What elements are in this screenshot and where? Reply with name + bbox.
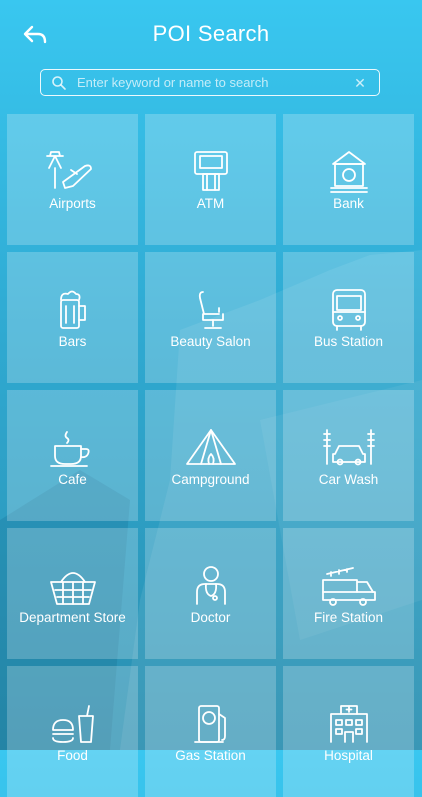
header: POI Search [0,0,422,68]
fire-truck-icon [283,562,414,610]
category-label: Gas Station [175,748,246,763]
category-label: Bank [333,196,364,211]
beer-icon [7,286,138,334]
category-tile-gas-station[interactable]: Gas Station [145,666,276,797]
doctor-icon [145,562,276,610]
category-grid: Airports ATM Bank Bars Beauty Salon Bus Stati… [7,114,415,797]
gas-pump-icon [145,700,276,748]
category-tile-doctor[interactable]: Doctor [145,528,276,659]
category-label: Airports [49,196,96,211]
category-tile-bus-station[interactable]: Bus Station [283,252,414,383]
category-label: Bars [58,334,87,349]
category-label: Doctor [190,610,231,625]
category-label: ATM [196,196,225,211]
category-label: Food [57,748,88,763]
page-title: POI Search [152,21,270,46]
basket-icon [7,562,138,610]
category-tile-hospital[interactable]: Hospital [283,666,414,797]
category-tile-beauty-salon[interactable]: Beauty Salon [145,252,276,383]
category-label: Campground [171,472,250,487]
coffee-cup-icon [7,424,138,472]
clear-icon[interactable]: ✕ [353,76,367,90]
category-tile-car-wash[interactable]: Car Wash [283,390,414,521]
category-label: Beauty Salon [170,334,251,349]
search-input[interactable] [75,74,353,91]
tent-icon [145,424,276,472]
category-tile-fire-station[interactable]: Fire Station [283,528,414,659]
category-label: Car Wash [318,472,379,487]
category-label: Fire Station [313,610,384,625]
search-bar[interactable]: ✕ [40,69,380,96]
bus-icon [283,286,414,334]
category-tile-atm[interactable]: ATM [145,114,276,245]
search-icon [52,75,66,90]
category-label: Cafe [58,472,87,487]
category-tile-bars[interactable]: Bars [7,252,138,383]
atm-icon [145,148,276,196]
salon-chair-icon [145,286,276,334]
category-label: Department Store [19,610,126,625]
category-tile-campground[interactable]: Campground [145,390,276,521]
category-tile-cafe[interactable]: Cafe [7,390,138,521]
category-tile-bank[interactable]: Bank [283,114,414,245]
category-label: Bus Station [313,334,384,349]
car-wash-icon [283,424,414,472]
hospital-icon [283,700,414,748]
category-label: Hospital [324,748,373,763]
bank-icon [283,148,414,196]
category-tile-food[interactable]: Food [7,666,138,797]
airport-icon [7,148,138,196]
category-tile-airports[interactable]: Airports [7,114,138,245]
category-tile-department-store[interactable]: Department Store [7,528,138,659]
food-icon [7,700,138,748]
